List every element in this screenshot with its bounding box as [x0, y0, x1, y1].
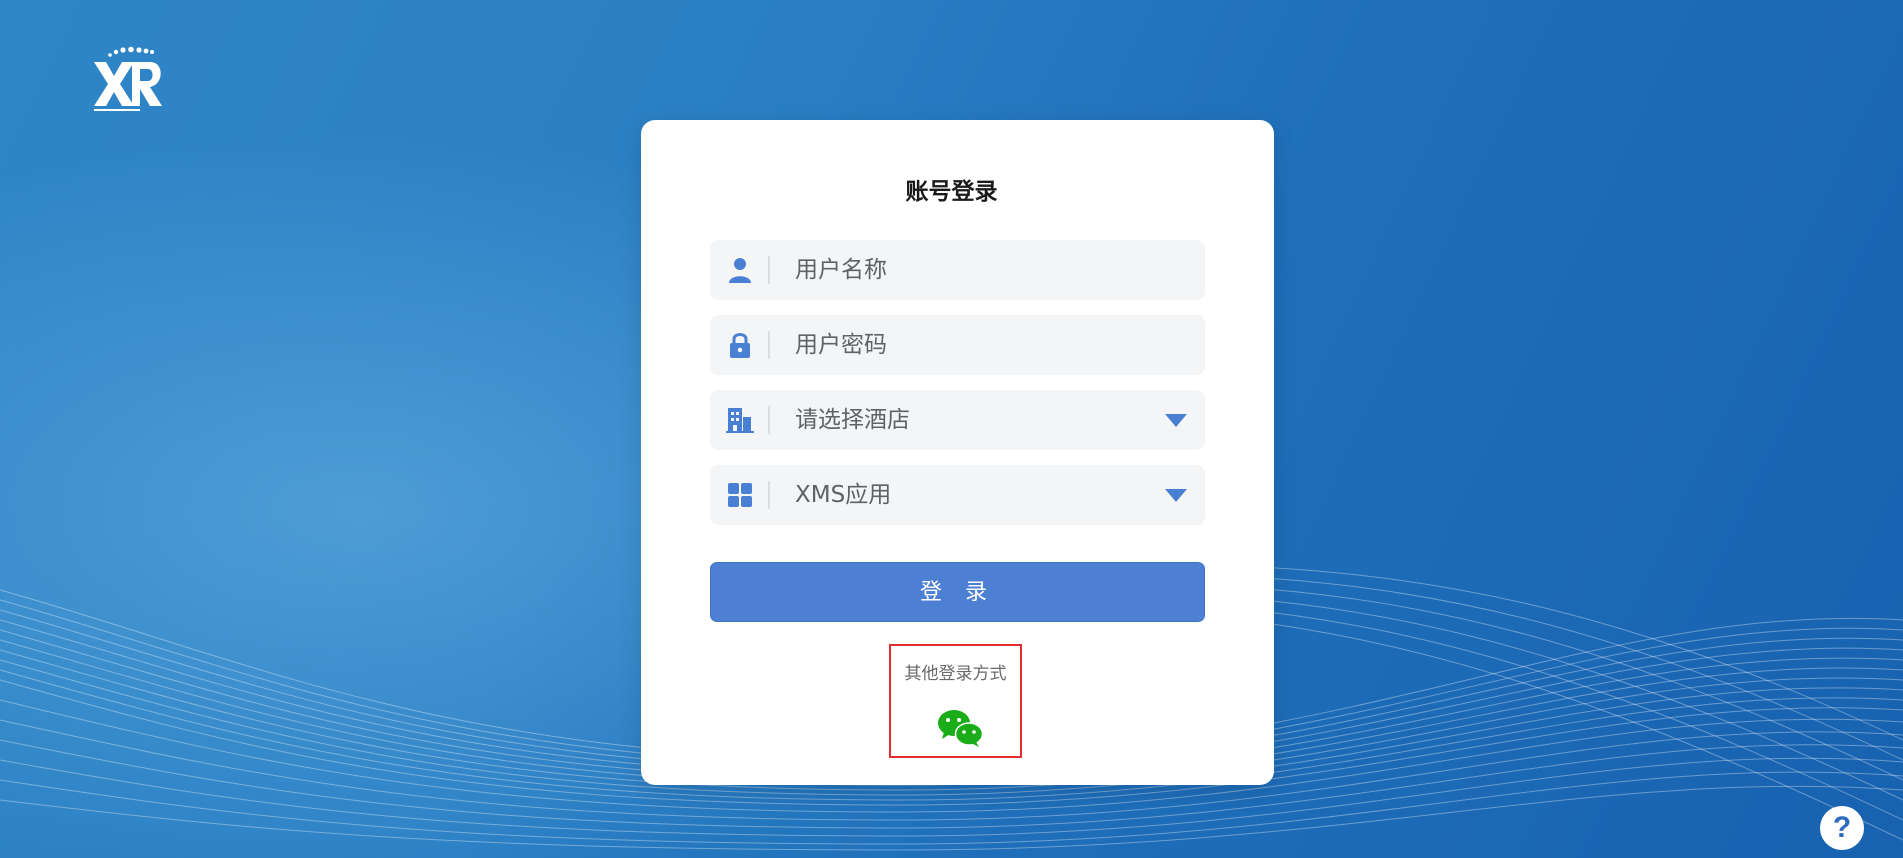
hotel-select[interactable]: 请选择酒店	[710, 390, 1205, 450]
chevron-down-icon[interactable]	[1165, 414, 1187, 427]
password-field[interactable]: 用户密码	[710, 315, 1205, 375]
chevron-down-icon[interactable]	[1165, 489, 1187, 502]
app-select[interactable]: XMS应用	[710, 465, 1205, 525]
background: 账号登录 用户名称 用户密码 请选择酒店 XMS应用 登 录 其他登录方式 ?	[0, 0, 1903, 858]
help-button[interactable]: ?	[1820, 806, 1864, 850]
field-divider	[768, 256, 770, 284]
xr-logo	[92, 46, 164, 114]
username-field[interactable]: 用户名称	[710, 240, 1205, 300]
page-title: 账号登录	[905, 179, 998, 205]
lock-icon	[725, 330, 755, 360]
hotel-select-value[interactable]: 请选择酒店	[795, 390, 910, 450]
field-divider	[768, 481, 770, 509]
wechat-icon[interactable]	[936, 708, 984, 748]
other-login-label: 其他登录方式	[904, 664, 1007, 684]
building-icon	[725, 405, 755, 435]
field-divider	[768, 406, 770, 434]
password-input[interactable]: 用户密码	[795, 315, 887, 375]
field-divider	[768, 331, 770, 359]
user-icon	[725, 255, 755, 285]
username-input[interactable]: 用户名称	[795, 240, 887, 300]
login-button[interactable]: 登 录	[710, 562, 1205, 622]
other-login-section: 其他登录方式	[889, 644, 1022, 758]
grid-icon	[725, 480, 755, 510]
app-select-value[interactable]: XMS应用	[795, 465, 891, 525]
